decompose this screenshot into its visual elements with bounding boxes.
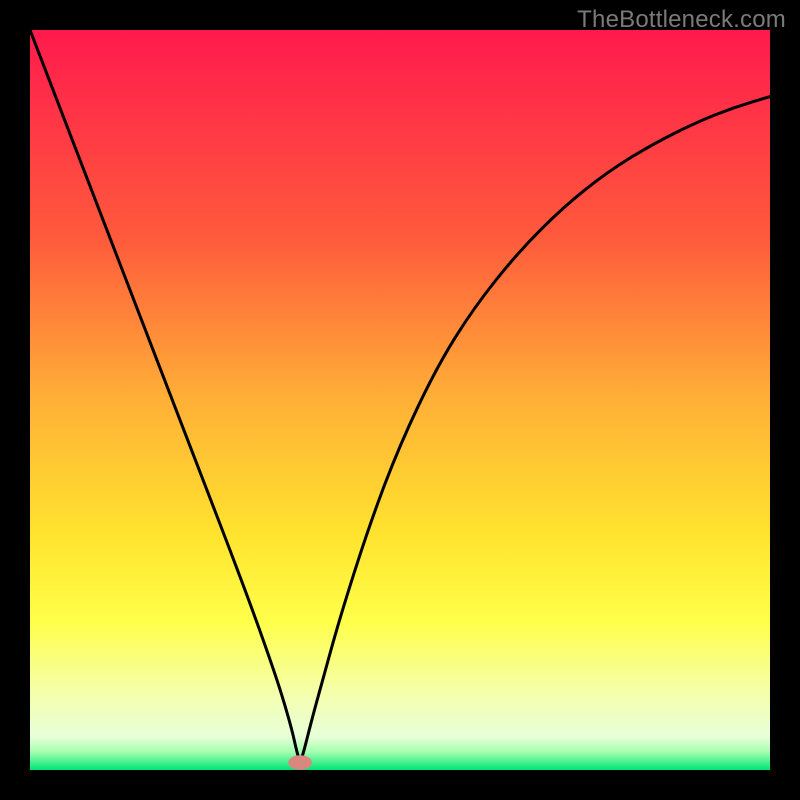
minimum-marker <box>288 755 312 770</box>
watermark-text: TheBottleneck.com <box>577 6 786 34</box>
plot-area <box>30 30 770 770</box>
chart-svg <box>30 30 770 770</box>
chart-frame: TheBottleneck.com <box>0 0 800 800</box>
